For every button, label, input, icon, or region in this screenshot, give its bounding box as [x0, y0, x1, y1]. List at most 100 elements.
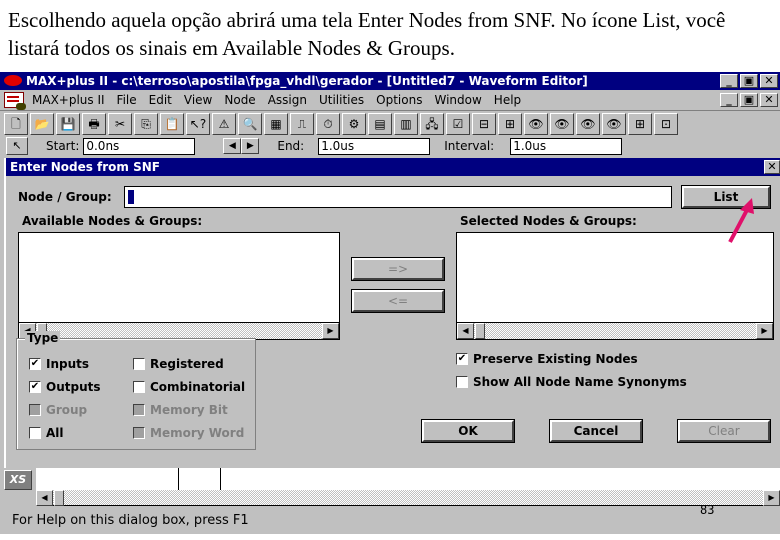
maxplus-logo-icon [4, 75, 22, 86]
inputs-checkbox[interactable]: ✔ Inputs [29, 357, 89, 371]
end-field[interactable]: 1.0us [318, 137, 431, 155]
dialog-close-button[interactable]: ✕ [764, 160, 780, 174]
show-synonyms-checkbox[interactable]: Show All Node Name Synonyms [456, 375, 687, 389]
scroll-right-icon[interactable]: ▶ [756, 323, 773, 339]
type-groupbox: Type ✔ Inputs Registered ✔ Outputs Combina… [16, 331, 256, 450]
scroll-right-icon[interactable]: ▶ [322, 323, 339, 339]
open-folder-icon[interactable]: 📂 [30, 112, 54, 135]
time-left-button[interactable]: ◀ [223, 138, 242, 154]
memory-bit-checkbox: Memory Bit [133, 403, 228, 417]
type-group-title: Type [25, 331, 61, 345]
project-hierarchy-icon[interactable]: ▥ [394, 112, 418, 135]
column-divider [220, 468, 221, 490]
start-label: Start: [46, 139, 80, 153]
time-bar: ↖ Start: 0.0ns ◀ ▶ End: 1.0us Interval: … [0, 136, 780, 156]
menu-options[interactable]: Options [376, 93, 422, 107]
scroll-thumb[interactable] [475, 323, 485, 339]
doc-close-button[interactable]: ✕ [760, 93, 778, 107]
close-button[interactable]: ✕ [760, 74, 778, 88]
print-icon[interactable]: 🖶 [82, 112, 106, 135]
save-simulate-icon[interactable]: ⊞ [498, 112, 522, 135]
menu-node[interactable]: Node [224, 93, 255, 107]
menu-utilities[interactable]: Utilities [319, 93, 364, 107]
waveform-row[interactable] [36, 468, 780, 490]
clear-button[interactable]: Clear [677, 419, 771, 443]
cancel-button[interactable]: Cancel [549, 419, 643, 443]
timing-analyzer-icon[interactable]: ⚙ [342, 112, 366, 135]
floorplan-editor-icon[interactable]: ▦ [264, 112, 288, 135]
checkbox-empty-icon [133, 358, 145, 370]
start-field[interactable]: 0.0ns [83, 137, 196, 155]
restore-button[interactable]: ▣ [740, 74, 758, 88]
scroll-thumb[interactable] [54, 490, 64, 506]
menu-edit[interactable]: Edit [149, 93, 172, 107]
slide-caption: Escolhendo aquela opção abrirá uma tela … [8, 8, 726, 60]
selected-nodes-list[interactable]: ◀ ▶ [456, 232, 774, 340]
outputs-checkbox[interactable]: ✔ Outputs [29, 380, 101, 394]
available-nodes-list[interactable]: ◀ ▶ [18, 232, 340, 340]
scroll-right-icon[interactable]: ▶ [763, 490, 780, 506]
combinatorial-checkbox[interactable]: Combinatorial [133, 380, 245, 394]
all-checkbox[interactable]: All [29, 426, 64, 440]
checkbox-checked-icon: ✔ [456, 353, 468, 365]
memory-bit-label: Memory Bit [150, 403, 228, 417]
show-synonyms-label: Show All Node Name Synonyms [473, 375, 687, 389]
find-node-icon[interactable]: 👁 [524, 112, 548, 135]
selected-hscrollbar[interactable]: ◀ ▶ [457, 322, 773, 339]
menu-window[interactable]: Window [434, 93, 481, 107]
doc-minimize-button[interactable]: _ [720, 93, 738, 107]
registered-label: Registered [150, 357, 224, 371]
node-group-label: Node / Group: [18, 190, 112, 204]
menu-maxplus[interactable]: MAX+plus II [32, 93, 105, 107]
xs-button[interactable]: XS [4, 470, 32, 490]
menu-help[interactable]: Help [494, 93, 521, 107]
all-label: All [46, 426, 64, 440]
ok-button[interactable]: OK [421, 419, 515, 443]
scroll-left-icon[interactable]: ◀ [36, 490, 53, 506]
group-icon[interactable]: ⊞ [628, 112, 652, 135]
checkbox-empty-icon [456, 376, 468, 388]
compiler-icon[interactable]: ⎍ [290, 112, 314, 135]
hierarchy-tree-icon[interactable]: 🖧 [420, 112, 444, 135]
time-right-button[interactable]: ▶ [241, 138, 260, 154]
save-check-icon[interactable]: ☑ [446, 112, 470, 135]
text-caret [128, 190, 134, 204]
doc-restore-button[interactable]: ▣ [740, 93, 758, 107]
menu-file[interactable]: File [117, 93, 137, 107]
checkbox-checked-icon: ✔ [29, 381, 41, 393]
programmer-icon[interactable]: ▤ [368, 112, 392, 135]
pink-pointer-arrow-icon [728, 198, 754, 243]
available-hscrollbar[interactable]: ◀ ▶ [19, 322, 339, 339]
cut-icon[interactable]: ✂ [108, 112, 132, 135]
paste-icon[interactable]: 📋 [160, 112, 184, 135]
warning-icon[interactable]: ⚠ [212, 112, 236, 135]
interval-field[interactable]: 1.0us [510, 137, 623, 155]
menubar: MAX+plus II File Edit View Node Assign U… [0, 90, 780, 110]
pointer-tool-button[interactable]: ↖ [6, 137, 28, 155]
node-group-input[interactable] [124, 186, 672, 208]
ungroup-icon[interactable]: ⊡ [654, 112, 678, 135]
scroll-left-icon[interactable]: ◀ [457, 323, 474, 339]
waveform-document-icon[interactable] [4, 92, 26, 110]
new-file-icon[interactable]: 🗋 [4, 112, 28, 135]
preserve-existing-checkbox[interactable]: ✔ Preserve Existing Nodes [456, 352, 638, 366]
remove-node-button[interactable]: <= [351, 289, 445, 313]
save-compile-icon[interactable]: ⊟ [472, 112, 496, 135]
waveform-hscrollbar[interactable]: ◀ ▶ [36, 490, 780, 506]
dialog-titlebar: Enter Nodes from SNF ✕ [6, 158, 780, 176]
menu-view[interactable]: View [184, 93, 212, 107]
menu-assign[interactable]: Assign [268, 93, 307, 107]
add-node-button[interactable]: => [351, 257, 445, 281]
selected-nodes-label: Selected Nodes & Groups: [460, 214, 637, 228]
view-group-icon[interactable]: 👁 [602, 112, 626, 135]
context-help-icon[interactable]: ↖? [186, 112, 210, 135]
registered-checkbox[interactable]: Registered [133, 357, 224, 371]
copy-icon[interactable]: ⎘ [134, 112, 158, 135]
simulator-icon[interactable]: ⏱ [316, 112, 340, 135]
view-waveform-icon[interactable]: 👁 [576, 112, 600, 135]
save-icon[interactable]: 💾 [56, 112, 80, 135]
minimize-button[interactable]: _ [720, 74, 738, 88]
find-node-ba-icon[interactable]: 👁 [550, 112, 574, 135]
waveform-area: XS ◀ ▶ [0, 468, 780, 514]
hierarchy-display-icon[interactable]: 🔍 [238, 112, 262, 135]
